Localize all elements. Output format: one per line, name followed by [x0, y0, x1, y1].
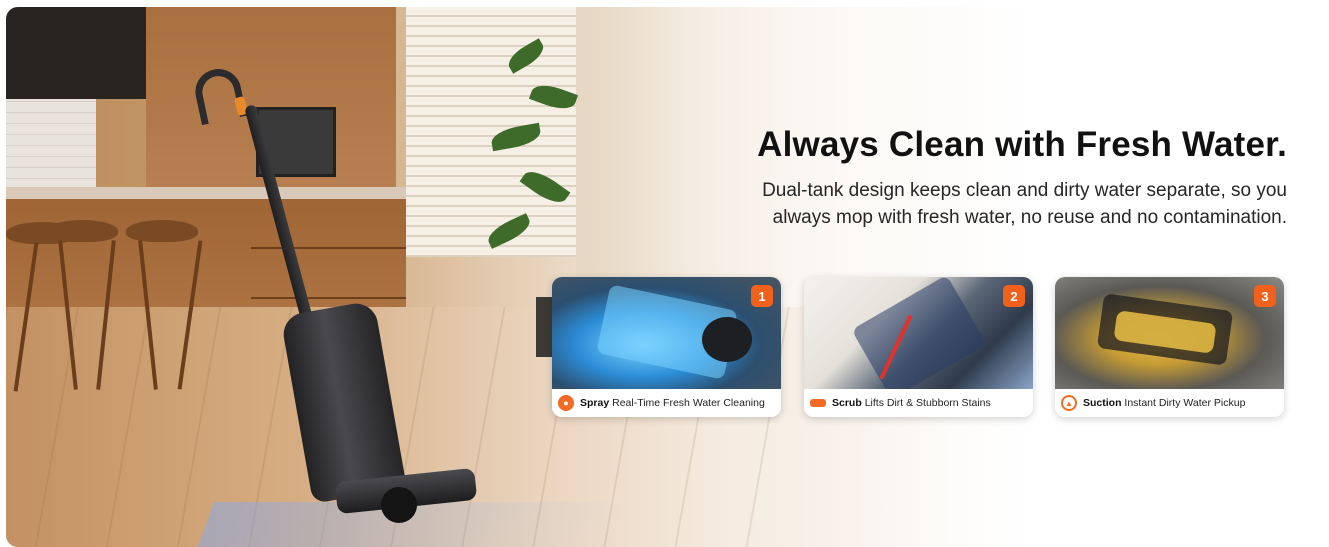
feature-description: Real-Time Fresh Water Cleaning — [612, 397, 765, 409]
bar-stool — [46, 220, 118, 242]
drawer-divider — [251, 297, 406, 299]
suction-triangle-icon: ▲ — [1061, 395, 1077, 411]
feature-title: Scrub — [832, 397, 862, 409]
feature-text: Scrub Lifts Dirt & Stubborn Stains — [832, 397, 991, 409]
feature-text: Spray Real-Time Fresh Water Cleaning — [580, 397, 765, 409]
headline: Always Clean with Fresh Water. — [757, 125, 1287, 164]
scrub-image — [804, 277, 1033, 400]
feature-text: Suction Instant Dirty Water Pickup — [1083, 397, 1245, 409]
hero-banner: Always Clean with Fresh Water. Dual-tank… — [6, 7, 1325, 547]
backsplash-tile — [6, 99, 96, 189]
bar-stool — [126, 220, 198, 242]
suction-image — [1055, 277, 1284, 389]
vacuum-wheel — [381, 487, 417, 523]
kitchen-counter — [6, 187, 406, 199]
wheel-graphic — [702, 317, 752, 362]
drawer-divider — [251, 247, 406, 249]
feature-title: Suction — [1083, 397, 1122, 409]
feature-caption: ● Spray Real-Time Fresh Water Cleaning — [552, 389, 781, 417]
feature-caption: Scrub Lifts Dirt & Stubborn Stains — [804, 389, 1033, 417]
feature-card-suction: 3 ▲ Suction Instant Dirty Water Pickup — [1055, 277, 1284, 417]
feature-caption: ▲ Suction Instant Dirty Water Pickup — [1055, 389, 1284, 417]
brush-graphic — [851, 277, 987, 400]
water-drop-icon: ● — [558, 395, 574, 411]
feature-card-spray: 1 ● Spray Real-Time Fresh Water Cleaning — [552, 277, 781, 417]
subtext: Dual-tank design keeps clean and dirty w… — [667, 177, 1287, 231]
subtext-line: Dual-tank design keeps clean and dirty w… — [762, 180, 1287, 201]
window-blinds — [406, 7, 576, 257]
step-badge: 3 — [1254, 285, 1276, 307]
spray-image — [552, 277, 781, 389]
kitchen-cabinet — [6, 7, 146, 99]
brush-roller-icon — [810, 399, 826, 407]
subtext-line: always mop with fresh water, no reuse an… — [772, 207, 1287, 228]
feature-description: Lifts Dirt & Stubborn Stains — [864, 397, 991, 409]
step-badge: 2 — [1003, 285, 1025, 307]
step-badge: 1 — [751, 285, 773, 307]
feature-title: Spray — [580, 397, 610, 409]
feature-description: Instant Dirty Water Pickup — [1124, 397, 1246, 409]
feature-card-scrub: 2 Scrub Lifts Dirt & Stubborn Stains — [804, 277, 1033, 417]
